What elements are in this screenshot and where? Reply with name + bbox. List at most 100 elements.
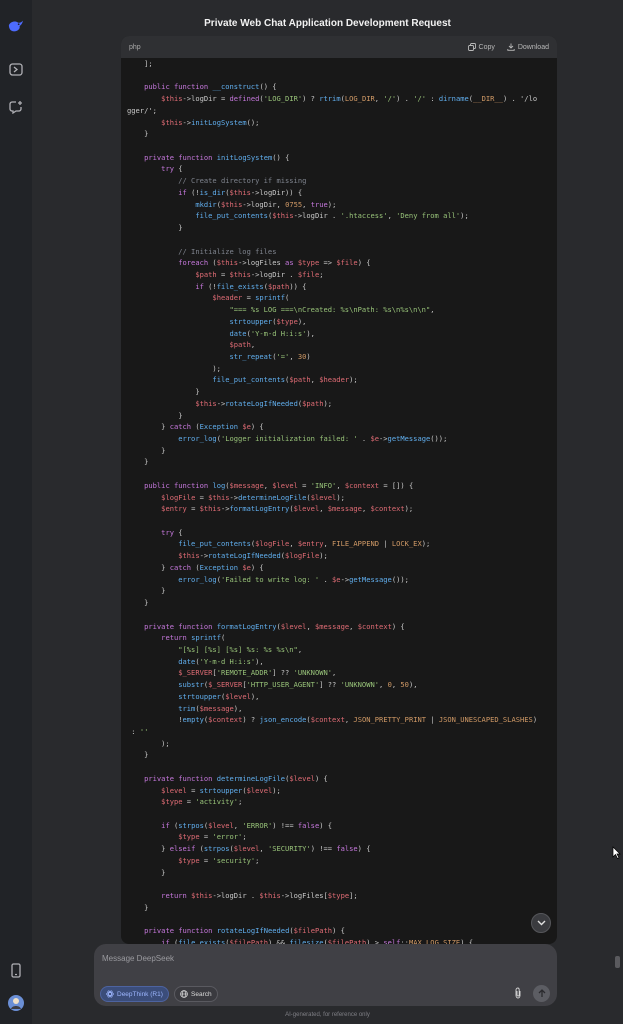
code-line: $this->rotateLogIfNeeded($path); <box>195 398 333 408</box>
code-line: try { <box>161 164 183 174</box>
download-label: Download <box>517 43 549 51</box>
sidebar <box>0 0 32 1024</box>
code-line: } catch (Exception $e) { <box>127 422 264 432</box>
copy-button[interactable]: Copy <box>467 43 495 51</box>
code-line: private function initLogSystem() { <box>144 152 290 162</box>
code-line: $type = 'error'; <box>178 832 247 842</box>
code-line: $_SERVER['REMOTE_ADDR'] ?? 'UNKNOWN', <box>178 668 337 678</box>
page-scrollbar[interactable] <box>615 956 620 968</box>
code-line: } <box>127 129 149 139</box>
code-line: private function formatLogEntry($level, … <box>144 621 405 631</box>
code-line: strtoupper($type), <box>229 316 307 326</box>
code-line: trim($message), <box>178 703 243 713</box>
code-line: return $this->logDir . $this->logFiles[$… <box>161 891 358 901</box>
deepthink-label: DeepThink (R1) <box>117 990 163 998</box>
code-line: ]; <box>127 59 153 68</box>
copy-label: Copy <box>478 43 495 51</box>
code-line: $entry = $this->formatLogEntry($level, $… <box>161 504 414 514</box>
code-line: private function rotateLogIfNeeded($file… <box>144 926 345 936</box>
search-label: Search <box>191 990 212 998</box>
send-button[interactable] <box>533 985 550 1002</box>
code-line: } <box>127 902 149 912</box>
code-line: $this->rotateLogIfNeeded($logFile); <box>178 551 328 561</box>
message-composer: Message DeepSeek DeepThink (R1) Search <box>94 944 557 1006</box>
download-button[interactable]: Download <box>507 43 549 51</box>
copy-icon <box>467 43 476 51</box>
deepseek-logo-icon[interactable] <box>8 18 24 34</box>
code-line: $level = strtoupper($level); <box>161 785 281 795</box>
code-line: public function __construct() { <box>144 82 277 92</box>
sidebar-toggle-icon[interactable] <box>8 61 24 77</box>
avatar[interactable] <box>8 995 24 1011</box>
code-line: date('Y-m-d H:i:s'), <box>178 656 264 666</box>
code-line: } <box>127 867 166 877</box>
code-line: date('Y-m-d H:i:s'), <box>229 328 315 338</box>
download-icon <box>507 43 515 51</box>
code-line: : '' <box>127 726 149 736</box>
code-line: file_put_contents($this->logDir . '.htac… <box>195 211 469 221</box>
code-line: $header = sprintf( <box>212 293 290 303</box>
search-toggle[interactable]: Search <box>174 986 218 1002</box>
code-line: // Initialize log files <box>178 246 277 256</box>
globe-icon <box>180 990 188 998</box>
code-line: ); <box>127 738 170 748</box>
code-line: try { <box>161 527 183 537</box>
atom-icon <box>106 990 114 998</box>
arrow-up-icon <box>538 989 545 997</box>
code-line: gger/'; <box>127 105 157 115</box>
code-line: return sprintf( <box>161 633 226 643</box>
new-chat-icon[interactable] <box>8 99 24 115</box>
code-line: // Create directory if missing <box>178 176 307 186</box>
chevron-down-icon <box>537 920 545 926</box>
code-line: } <box>127 598 149 608</box>
code-line: if (file_exists($filePath) && filesize($… <box>161 937 474 944</box>
deepthink-toggle[interactable]: DeepThink (R1) <box>100 986 169 1002</box>
code-line: file_put_contents($logFile, $entry, FILE… <box>178 539 431 549</box>
code-line: substr($_SERVER['HTTP_USER_AGENT'] ?? 'U… <box>178 680 418 690</box>
code-block: php Copy Download ]; public function __c… <box>121 36 557 944</box>
code-line: ); <box>127 363 221 373</box>
code-line: $this->logDir = defined('LOG_DIR') ? rtr… <box>161 94 538 104</box>
mobile-app-icon[interactable] <box>8 962 24 978</box>
code-line: } <box>127 445 166 455</box>
code-line: $type = 'activity'; <box>161 797 243 807</box>
code-line: $this->initLogSystem(); <box>161 117 260 127</box>
code-line: strtoupper($level), <box>178 691 260 701</box>
code-line: } <box>127 750 149 760</box>
code-line: $logFile = $this->determineLogFile($leve… <box>161 492 345 502</box>
code-line: error_log('Logger initialization failed:… <box>178 434 448 443</box>
code-line: file_put_contents($path, $header); <box>212 375 358 385</box>
code-line: } <box>127 387 200 397</box>
code-line: str_repeat('=', 30) <box>229 351 311 361</box>
code-line: } <box>127 586 166 596</box>
code-line: private function determineLogFile($level… <box>144 773 328 783</box>
page-title: Private Web Chat Application Development… <box>204 18 451 29</box>
code-content: ]; public function __construct() { $this… <box>121 58 557 944</box>
code-line: } elseif (strpos($level, 'SECURITY') !==… <box>127 844 371 854</box>
code-language-label: php <box>129 43 141 51</box>
code-line: error_log('Failed to write log: ' . $e->… <box>178 574 409 584</box>
message-input[interactable]: Message DeepSeek <box>102 954 174 963</box>
code-line: } <box>127 410 183 420</box>
code-line: $type = 'security'; <box>178 855 260 865</box>
code-line: "[%s] [%s] [%s] %s: %s %s\n", <box>178 644 303 654</box>
code-line: mkdir($this->logDir, 0755, true); <box>195 199 337 209</box>
attach-button[interactable] <box>511 986 525 1000</box>
code-line: if (!is_dir($this->logDir)) { <box>178 187 303 197</box>
code-line: !empty($context) ? json_encode($context,… <box>127 715 538 725</box>
scroll-to-bottom-button[interactable] <box>531 913 551 933</box>
code-line: } catch (Exception $e) { <box>127 562 264 572</box>
code-line: foreach ($this->logFiles as $type => $fi… <box>178 258 371 268</box>
paperclip-icon <box>515 987 521 999</box>
code-line: $path = $this->logDir . $file; <box>195 269 324 279</box>
